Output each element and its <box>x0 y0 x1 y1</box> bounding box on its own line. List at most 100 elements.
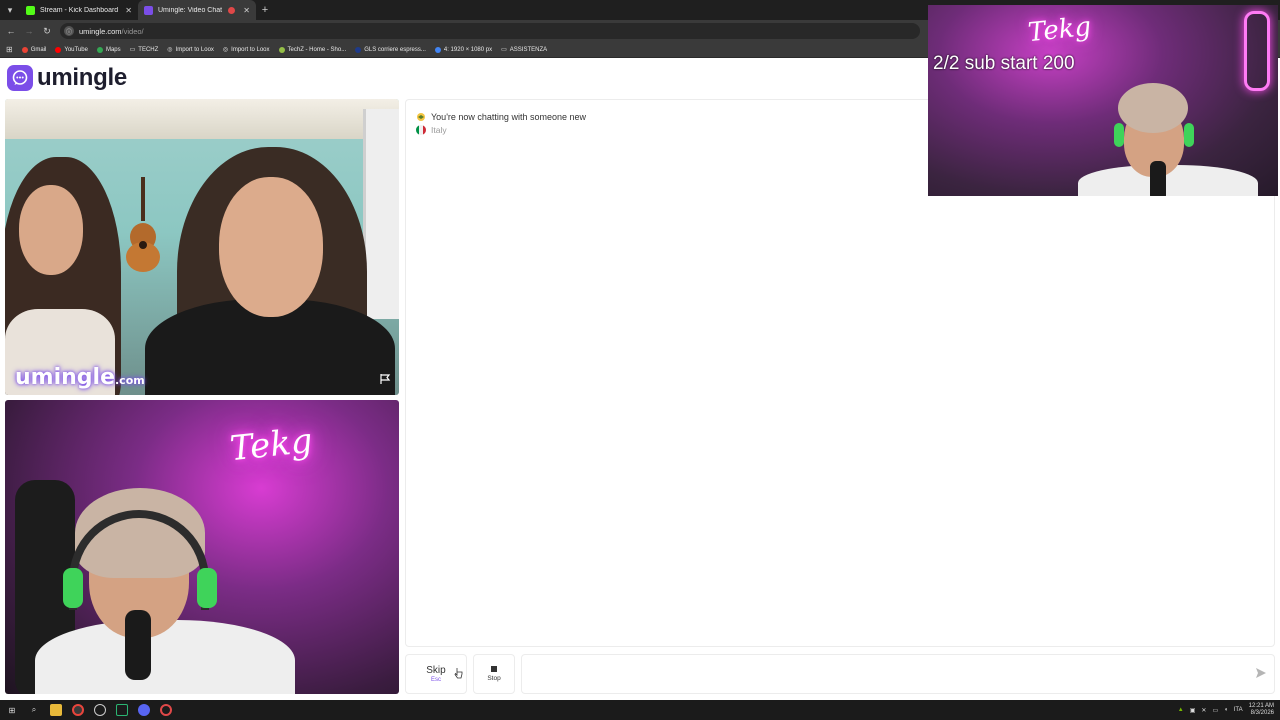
system-tray: ▲ ▣ ✕ ▭ ◖ ITA 12:21 AM 8/3/2026 <box>1178 700 1274 720</box>
kick-icon <box>26 5 35 15</box>
language-indicator[interactable]: ITA <box>1234 707 1243 713</box>
italy-flag-icon <box>416 125 426 135</box>
obs-icon[interactable] <box>94 704 106 716</box>
sub-goal-text: 2/2 sub start 200 <box>933 53 1075 74</box>
bookmark-gmail[interactable]: Gmail <box>21 46 47 53</box>
stranger-country: Italy <box>416 125 447 135</box>
skip-button[interactable]: Skip Esc <box>405 654 467 694</box>
reload-icon[interactable]: ↻ <box>42 26 52 37</box>
self-video: Tekg <box>5 400 399 694</box>
tab-search-icon[interactable]: ▾ <box>0 0 20 20</box>
clock-time: 12:21 AM <box>1248 703 1274 709</box>
tray-network-icon[interactable]: ▭ <box>1212 707 1218 714</box>
folder-icon: ▭ <box>129 47 136 53</box>
headset-earcup-right <box>197 568 217 608</box>
message-input[interactable] <box>521 654 1275 694</box>
bookmark-label: Gmail <box>30 46 47 53</box>
tab-umingle[interactable]: Umingle: Video Chat with S ✕ <box>138 0 256 20</box>
globe-icon: ◎ <box>222 47 229 53</box>
windows-start-icon[interactable]: ⊞ <box>6 704 18 716</box>
stranger-face-right <box>219 177 323 317</box>
stop-label: Stop <box>487 675 501 682</box>
recording-icon <box>228 6 236 14</box>
country-name: Italy <box>431 125 447 135</box>
close-tab-icon[interactable]: ✕ <box>125 6 132 15</box>
overlay-headset-left <box>1114 123 1124 147</box>
watermark-main: umingle <box>15 365 115 390</box>
cactus-neon-icon <box>1244 11 1270 91</box>
stop-icon <box>491 666 497 672</box>
record-app-icon[interactable] <box>160 704 172 716</box>
room-ceiling <box>5 99 399 139</box>
file-explorer-icon[interactable] <box>50 704 62 716</box>
clock-date: 8/3/2026 <box>1250 710 1274 716</box>
shopify-icon <box>278 46 285 53</box>
discord-icon[interactable] <box>138 704 150 716</box>
apps-grid-icon[interactable]: ⊞ <box>6 45 13 54</box>
overlay-neon-sign: Tekg <box>1026 11 1093 49</box>
mouse-cursor-icon <box>454 668 463 679</box>
windows-taskbar: ⊞ ⌕ ▲ ▣ ✕ ▭ ◖ ITA 12:21 AM 8/3/2026 <box>0 700 1280 720</box>
bookmark-label: ASSISTENZA <box>509 46 548 53</box>
bookmark-gls[interactable]: GLS corriere espress... <box>355 46 426 53</box>
microphone-icon <box>125 610 151 680</box>
bookmark-label: 4: 1920 × 1080 px <box>443 46 493 53</box>
tab-title: Umingle: Video Chat with S <box>158 6 223 14</box>
youtube-icon <box>55 46 62 53</box>
bookmark-assistenza[interactable]: ▭ ASSISTENZA <box>501 46 548 54</box>
tray-volume-icon[interactable]: ◖ <box>1224 707 1228 713</box>
stranger-video: umingle.com <box>5 99 399 395</box>
tab-title: Stream - Kick Dashboard <box>40 6 119 14</box>
back-icon[interactable]: ← <box>6 26 16 36</box>
system-message: You're now chatting with someone new <box>416 112 586 122</box>
app-icon[interactable] <box>116 704 128 716</box>
watermark-suffix: .com <box>115 374 145 387</box>
overlay-headset-right <box>1184 123 1194 147</box>
handshake-icon <box>417 113 425 121</box>
stream-webcam-overlay: Tekg 2/2 sub start 200 <box>928 5 1278 196</box>
chrome-icon[interactable] <box>72 704 84 716</box>
bookmark-label: Maps <box>105 46 121 53</box>
bookmark-image-size[interactable]: 4: 1920 × 1080 px <box>434 46 493 53</box>
folder-icon: ▭ <box>501 47 507 53</box>
chat-bubble-icon <box>7 65 33 91</box>
umingle-watermark: umingle.com <box>15 365 145 390</box>
search-icon[interactable]: ⌕ <box>28 704 40 716</box>
forward-icon[interactable]: → <box>24 26 34 36</box>
bookmark-import-loox-2[interactable]: ◎ Import to Loox <box>222 46 270 54</box>
bookmark-import-loox-1[interactable]: ◎ Import to Loox <box>167 46 214 54</box>
url-host: umingle.com <box>79 26 122 36</box>
report-flag-icon[interactable] <box>379 373 391 385</box>
site-logo[interactable]: umingle <box>7 64 127 92</box>
headset-earcup-left <box>63 568 83 608</box>
gls-icon <box>355 46 362 53</box>
bookmark-techz[interactable]: ▭ TECHZ <box>129 46 159 54</box>
bookmark-label: TECHZ <box>138 46 159 53</box>
address-bar[interactable]: ⓘ umingle.com/video/ <box>60 23 920 39</box>
chat-controls: Skip Esc Stop <box>405 654 1275 694</box>
bookmark-label: TechZ - Home - Sho... <box>287 46 347 53</box>
bookmark-youtube[interactable]: YouTube <box>55 46 88 53</box>
tray-app-icon[interactable]: ▣ <box>1190 707 1196 714</box>
shelf <box>363 109 399 319</box>
globe-icon: ◎ <box>167 47 173 53</box>
tray-bluetooth-icon[interactable]: ✕ <box>1201 707 1206 714</box>
umingle-icon <box>144 5 153 15</box>
new-tab-icon[interactable]: + <box>256 4 274 16</box>
bookmark-label: GLS corriere espress... <box>364 46 426 53</box>
url-path: /video/ <box>121 26 144 36</box>
system-message-text: You're now chatting with someone new <box>431 112 586 122</box>
stranger-face-left <box>19 185 83 275</box>
tray-nvidia-icon[interactable]: ▲ <box>1178 707 1184 713</box>
site-info-icon[interactable]: ⓘ <box>64 26 74 36</box>
taskbar-clock[interactable]: 12:21 AM 8/3/2026 <box>1249 703 1274 717</box>
bookmark-label: Import to Loox <box>231 46 270 53</box>
stop-button[interactable]: Stop <box>473 654 515 694</box>
bookmark-maps[interactable]: Maps <box>96 46 121 53</box>
send-icon[interactable] <box>1255 667 1267 679</box>
close-tab-icon[interactable]: ✕ <box>243 6 250 15</box>
tab-kick-dashboard[interactable]: Stream - Kick Dashboard ✕ <box>20 0 138 20</box>
image-icon <box>434 46 441 53</box>
bookmark-techz-home[interactable]: TechZ - Home - Sho... <box>278 46 347 53</box>
maps-icon <box>96 46 103 53</box>
